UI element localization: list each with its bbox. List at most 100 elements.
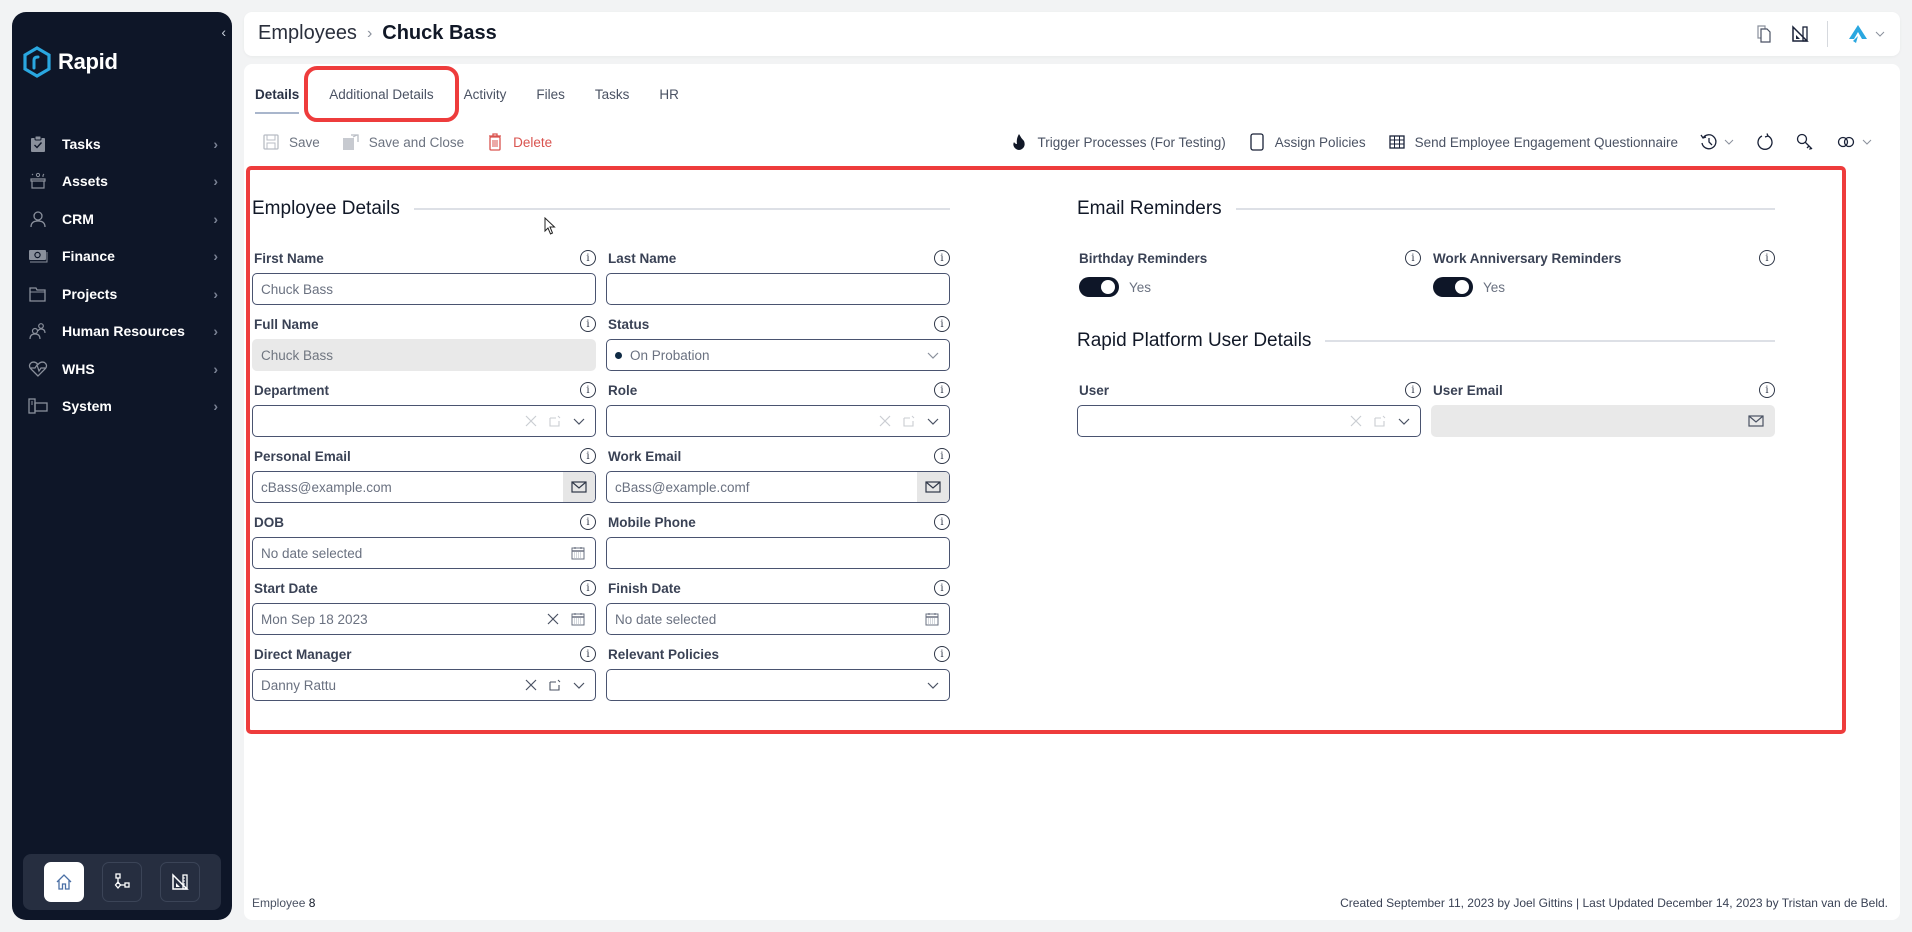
open-record-icon[interactable] bbox=[549, 679, 561, 691]
finish-date-picker[interactable]: No date selected bbox=[606, 603, 950, 635]
calendar-icon[interactable] bbox=[571, 612, 585, 626]
chevron-right-icon: › bbox=[213, 248, 218, 265]
sidebar-item-crm[interactable]: CRM › bbox=[12, 200, 232, 238]
send-questionnaire-button[interactable]: Send Employee Engagement Questionnaire bbox=[1388, 133, 1678, 151]
start-date-label: Start Date bbox=[254, 580, 318, 596]
clear-icon[interactable] bbox=[879, 415, 891, 427]
clear-icon[interactable] bbox=[525, 415, 537, 427]
sidebar-item-system[interactable]: System › bbox=[12, 388, 232, 426]
folder-icon bbox=[28, 284, 48, 304]
clear-icon[interactable] bbox=[547, 613, 559, 625]
info-icon[interactable]: i bbox=[580, 514, 596, 530]
info-icon[interactable]: i bbox=[580, 250, 596, 266]
sidebar-item-finance[interactable]: Finance › bbox=[12, 238, 232, 276]
personal-email-input[interactable]: cBass@example.com bbox=[252, 471, 596, 503]
tab-files[interactable]: Files bbox=[521, 76, 580, 112]
info-icon[interactable]: i bbox=[1759, 382, 1775, 398]
role-select[interactable] bbox=[606, 405, 950, 437]
employee-details-title: Employee Details bbox=[252, 198, 400, 219]
sidebar-item-whs[interactable]: WHS › bbox=[12, 350, 232, 388]
logo[interactable]: Rapid bbox=[22, 46, 118, 78]
work-email-input[interactable]: cBass@example.comf bbox=[606, 471, 950, 503]
header-actions bbox=[1753, 20, 1888, 48]
first-name-value: Chuck Bass bbox=[261, 281, 334, 297]
send-email-button[interactable] bbox=[563, 472, 595, 502]
send-email-button[interactable] bbox=[917, 472, 949, 502]
assign-policies-button[interactable]: Assign Policies bbox=[1248, 133, 1366, 151]
relevant-policies-select[interactable] bbox=[606, 669, 950, 701]
info-icon[interactable]: i bbox=[934, 646, 950, 662]
open-record-icon[interactable] bbox=[1374, 415, 1386, 427]
direct-manager-select[interactable]: Danny Rattu bbox=[252, 669, 596, 701]
design-button[interactable] bbox=[160, 862, 200, 902]
chevron-down-icon[interactable] bbox=[1398, 418, 1410, 425]
info-icon[interactable]: i bbox=[580, 316, 596, 332]
clear-icon[interactable] bbox=[1350, 415, 1362, 427]
info-icon[interactable]: i bbox=[934, 250, 950, 266]
department-select[interactable] bbox=[252, 405, 596, 437]
start-date-value: Mon Sep 18 2023 bbox=[261, 611, 368, 627]
chevron-left-icon[interactable]: ‹ bbox=[221, 24, 226, 40]
birthday-reminders-toggle[interactable] bbox=[1079, 277, 1119, 297]
first-name-input[interactable]: Chuck Bass bbox=[252, 273, 596, 305]
sidebar-item-assets[interactable]: Assets › bbox=[12, 163, 232, 201]
banknote-icon bbox=[28, 246, 48, 266]
refresh-button[interactable] bbox=[1756, 133, 1774, 151]
breadcrumb-employees-link[interactable]: Employees bbox=[258, 22, 357, 45]
link-menu-button[interactable] bbox=[1836, 135, 1872, 149]
copy-icon[interactable] bbox=[1753, 23, 1775, 45]
save-and-close-button[interactable]: Save and Close bbox=[342, 133, 464, 151]
user-select[interactable] bbox=[1077, 405, 1421, 437]
chevron-down-icon[interactable] bbox=[927, 352, 939, 359]
chevron-down-icon[interactable] bbox=[573, 418, 585, 425]
tab-additional-details[interactable]: Additional Details bbox=[304, 66, 459, 122]
info-icon[interactable]: i bbox=[934, 580, 950, 596]
info-icon[interactable]: i bbox=[1405, 382, 1421, 398]
info-icon[interactable]: i bbox=[580, 382, 596, 398]
trigger-processes-button[interactable]: Trigger Processes (For Testing) bbox=[1010, 133, 1226, 151]
chevron-down-icon[interactable] bbox=[927, 418, 939, 425]
permissions-button[interactable] bbox=[1796, 133, 1814, 151]
chevron-down-icon[interactable] bbox=[927, 682, 939, 689]
info-icon[interactable]: i bbox=[934, 514, 950, 530]
info-icon[interactable]: i bbox=[580, 646, 596, 662]
info-icon[interactable]: i bbox=[1405, 250, 1421, 266]
info-icon[interactable]: i bbox=[934, 448, 950, 464]
section-title: Employee Details bbox=[252, 197, 950, 221]
set-square-icon[interactable] bbox=[1789, 23, 1811, 45]
save-button[interactable]: Save bbox=[262, 133, 320, 151]
info-icon[interactable]: i bbox=[934, 382, 950, 398]
info-icon[interactable]: i bbox=[934, 316, 950, 332]
calendar-icon[interactable] bbox=[571, 546, 585, 560]
dob-date-picker[interactable]: No date selected bbox=[252, 537, 596, 569]
sidebar-item-projects[interactable]: Projects › bbox=[12, 275, 232, 313]
info-icon[interactable]: i bbox=[1759, 250, 1775, 266]
mail-icon[interactable] bbox=[1748, 415, 1764, 427]
tab-activity[interactable]: Activity bbox=[449, 76, 522, 112]
status-select[interactable]: On Probation bbox=[606, 339, 950, 371]
work-anniversary-reminders-toggle[interactable] bbox=[1433, 277, 1473, 297]
start-date-picker[interactable]: Mon Sep 18 2023 bbox=[252, 603, 596, 635]
tab-hr[interactable]: HR bbox=[644, 76, 694, 112]
chevron-down-icon[interactable] bbox=[573, 682, 585, 689]
info-icon[interactable]: i bbox=[580, 448, 596, 464]
home-button[interactable] bbox=[44, 862, 84, 902]
account-menu-button[interactable] bbox=[1844, 23, 1888, 45]
sidebar-item-human-resources[interactable]: Human Resources › bbox=[12, 313, 232, 351]
delete-button[interactable]: Delete bbox=[486, 133, 552, 151]
last-name-input[interactable] bbox=[606, 273, 950, 305]
mobile-phone-input[interactable] bbox=[606, 537, 950, 569]
workflow-button[interactable] bbox=[102, 862, 142, 902]
tab-tasks[interactable]: Tasks bbox=[580, 76, 645, 112]
save-and-close-label: Save and Close bbox=[368, 134, 465, 150]
history-menu-button[interactable] bbox=[1700, 133, 1734, 151]
calendar-icon[interactable] bbox=[925, 612, 939, 626]
clear-icon[interactable] bbox=[525, 679, 537, 691]
chevron-down-icon bbox=[1862, 139, 1872, 145]
sidebar-item-tasks[interactable]: Tasks › bbox=[12, 125, 232, 163]
info-icon[interactable]: i bbox=[580, 580, 596, 596]
open-record-icon[interactable] bbox=[549, 415, 561, 427]
chevron-right-icon: › bbox=[213, 210, 218, 227]
open-record-icon[interactable] bbox=[903, 415, 915, 427]
tab-details[interactable]: Details bbox=[252, 76, 314, 114]
